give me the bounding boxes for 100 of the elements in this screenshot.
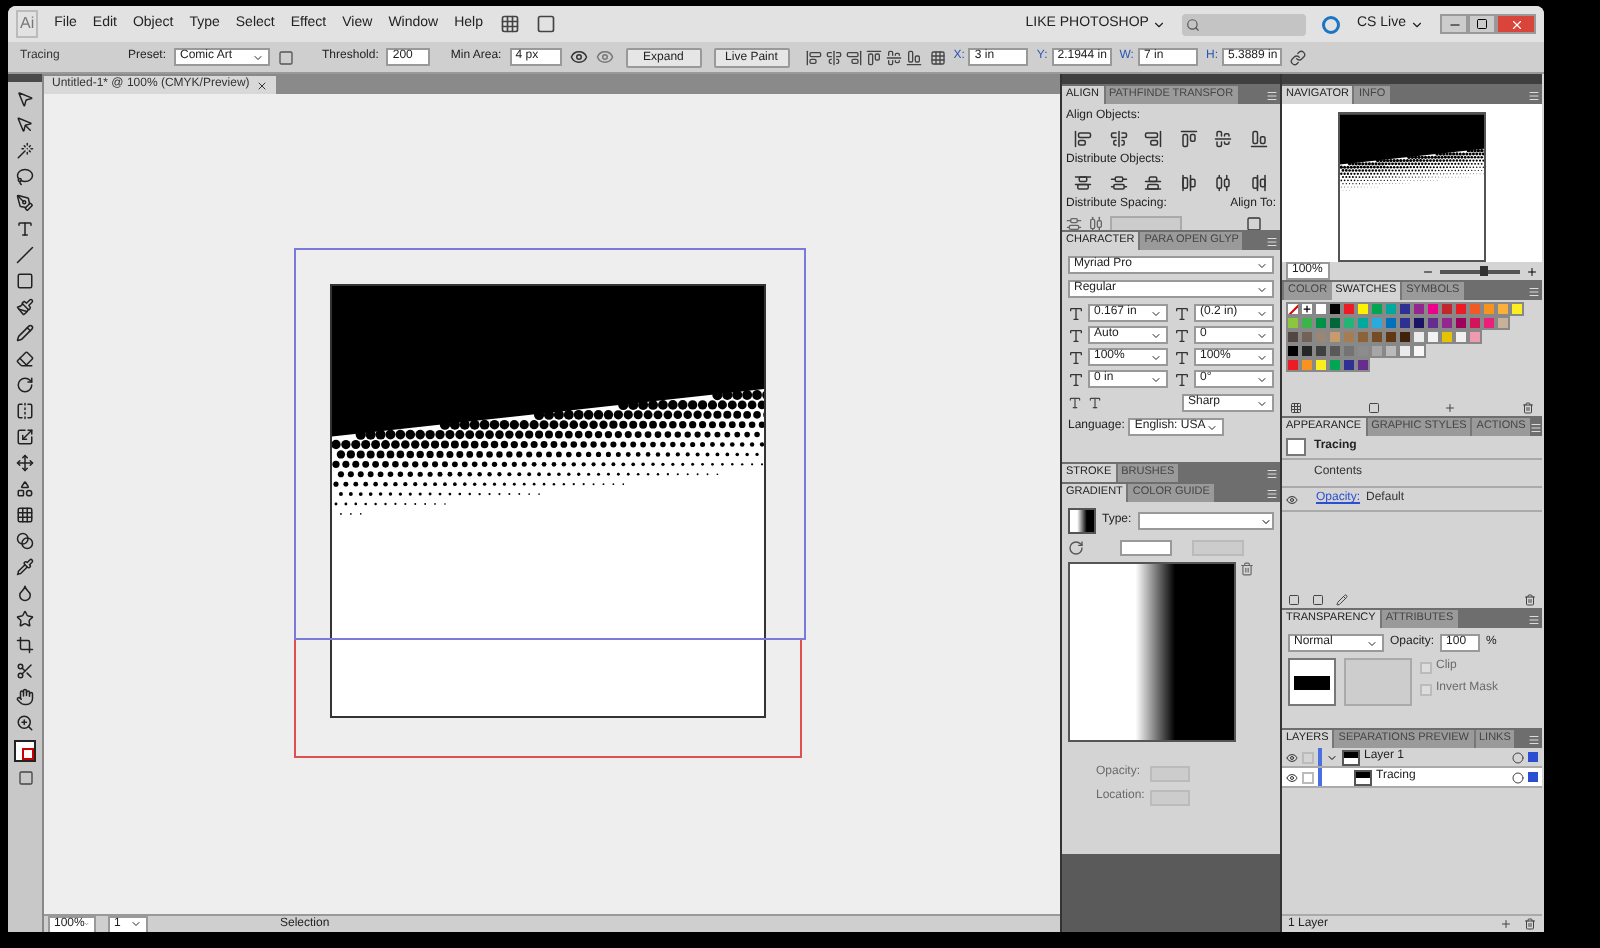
align-top-icon[interactable]: [865, 49, 882, 65]
color-swatch[interactable]: [1398, 330, 1412, 344]
distribute-icon[interactable]: [1088, 216, 1104, 232]
color-swatch[interactable]: [1398, 344, 1412, 358]
zoom-slider-thumb[interactable]: [1480, 265, 1488, 275]
preview-icon[interactable]: [569, 48, 588, 66]
zoom-icon[interactable]: [16, 714, 34, 732]
reverse-icon[interactable]: [1068, 540, 1084, 556]
delete-icon[interactable]: [1240, 562, 1254, 576]
registration-swatch[interactable]: [1300, 302, 1314, 316]
color-swatch[interactable]: [1384, 316, 1398, 330]
color-swatch[interactable]: [1440, 316, 1454, 330]
distribute-icon[interactable]: [1179, 174, 1198, 192]
lasso-icon[interactable]: [16, 168, 34, 186]
align-right-icon[interactable]: [1144, 130, 1163, 148]
distribute-icon[interactable]: [1214, 174, 1233, 192]
color-swatch[interactable]: [1384, 302, 1398, 316]
color-swatch[interactable]: [1314, 330, 1328, 344]
color-swatch[interactable]: [1426, 302, 1440, 316]
color-swatch[interactable]: [1300, 316, 1314, 330]
panel-menu-icon[interactable]: [1528, 734, 1540, 746]
panel-menu-icon[interactable]: [1266, 468, 1278, 480]
visibility-icon[interactable]: [1286, 493, 1298, 505]
new-layer-icon[interactable]: [1500, 918, 1512, 930]
droplet-icon[interactable]: [16, 584, 34, 602]
align-middle-icon[interactable]: [885, 49, 902, 65]
color-swatch[interactable]: [1468, 302, 1482, 316]
panel-menu-icon[interactable]: [1266, 90, 1278, 102]
color-swatch[interactable]: [1468, 316, 1482, 330]
move-icon[interactable]: [16, 454, 34, 472]
color-swatch[interactable]: [1342, 302, 1356, 316]
align-center-icon[interactable]: [1109, 130, 1128, 148]
visibility-icon[interactable]: [1286, 771, 1298, 783]
color-swatch[interactable]: [1314, 302, 1328, 316]
color-swatch[interactable]: [1314, 358, 1328, 372]
distribute-icon[interactable]: [1066, 216, 1082, 232]
color-swatch[interactable]: [1370, 316, 1384, 330]
align-center-icon[interactable]: [825, 49, 842, 65]
color-swatch[interactable]: [1398, 316, 1412, 330]
none-swatch[interactable]: [1286, 302, 1300, 316]
color-swatch[interactable]: [1342, 358, 1356, 372]
color-swatch[interactable]: [1300, 344, 1314, 358]
brush-icon[interactable]: [16, 298, 34, 316]
color-swatch[interactable]: [1482, 302, 1496, 316]
distribute-icon[interactable]: [1109, 174, 1128, 192]
color-swatch[interactable]: [1356, 316, 1370, 330]
color-swatch[interactable]: [1454, 302, 1468, 316]
eraser-icon[interactable]: [16, 350, 34, 368]
align-left-icon[interactable]: [1074, 130, 1092, 148]
delete-icon[interactable]: [1521, 402, 1534, 414]
color-swatch[interactable]: [1496, 316, 1510, 330]
color-swatch[interactable]: [1426, 316, 1440, 330]
hand-icon[interactable]: [16, 688, 34, 706]
color-swatch[interactable]: [1286, 330, 1300, 344]
close-icon[interactable]: [255, 79, 268, 91]
align-right-icon[interactable]: [845, 49, 862, 65]
color-swatch[interactable]: [1412, 316, 1426, 330]
grid-icon[interactable]: [16, 506, 34, 524]
color-swatch[interactable]: [1328, 330, 1342, 344]
type-icon[interactable]: [16, 220, 34, 238]
color-swatch[interactable]: [1356, 302, 1370, 316]
color-swatch[interactable]: [1468, 330, 1482, 344]
distribute-icon[interactable]: [1144, 174, 1163, 192]
color-swatch[interactable]: [1454, 316, 1468, 330]
distribute-icon[interactable]: [1074, 174, 1092, 192]
arrow-icon[interactable]: [16, 116, 34, 134]
color-swatch[interactable]: [1328, 316, 1342, 330]
color-swatch[interactable]: [1412, 344, 1426, 358]
color-swatch[interactable]: [1384, 330, 1398, 344]
color-swatch[interactable]: [1314, 344, 1328, 358]
color-swatch[interactable]: [1454, 330, 1468, 344]
color-swatch[interactable]: [1314, 316, 1328, 330]
color-swatch[interactable]: [1328, 358, 1342, 372]
type-icon[interactable]: [1068, 396, 1082, 410]
rotate-icon[interactable]: [16, 376, 34, 394]
line-icon[interactable]: [16, 246, 34, 264]
color-swatch[interactable]: [1398, 302, 1412, 316]
maximize-button[interactable]: [1468, 14, 1496, 34]
minimize-button[interactable]: [1440, 14, 1468, 34]
color-swatch[interactable]: [1300, 358, 1314, 372]
align-top-icon[interactable]: [1179, 130, 1198, 148]
zoom-out-icon[interactable]: [1422, 265, 1434, 277]
color-swatch[interactable]: [1286, 316, 1300, 330]
align-left-icon[interactable]: [805, 49, 822, 65]
visibility-icon[interactable]: [1286, 751, 1298, 763]
rectangle-icon[interactable]: [16, 272, 34, 290]
panel-menu-icon[interactable]: [1528, 90, 1540, 102]
eyedropper-icon[interactable]: [16, 558, 34, 576]
color-swatch[interactable]: [1370, 302, 1384, 316]
color-swatch[interactable]: [1496, 302, 1510, 316]
reflect-icon[interactable]: [16, 402, 34, 420]
color-swatch[interactable]: [1370, 330, 1384, 344]
pointer-icon[interactable]: [16, 90, 34, 108]
color-swatch[interactable]: [1328, 344, 1342, 358]
color-swatch[interactable]: [1356, 344, 1370, 358]
color-swatch[interactable]: [1426, 330, 1440, 344]
expand-icon[interactable]: [1326, 751, 1338, 763]
wand-icon[interactable]: [16, 142, 34, 160]
color-swatch[interactable]: [1342, 344, 1356, 358]
zoom-in-icon[interactable]: [1526, 265, 1538, 277]
